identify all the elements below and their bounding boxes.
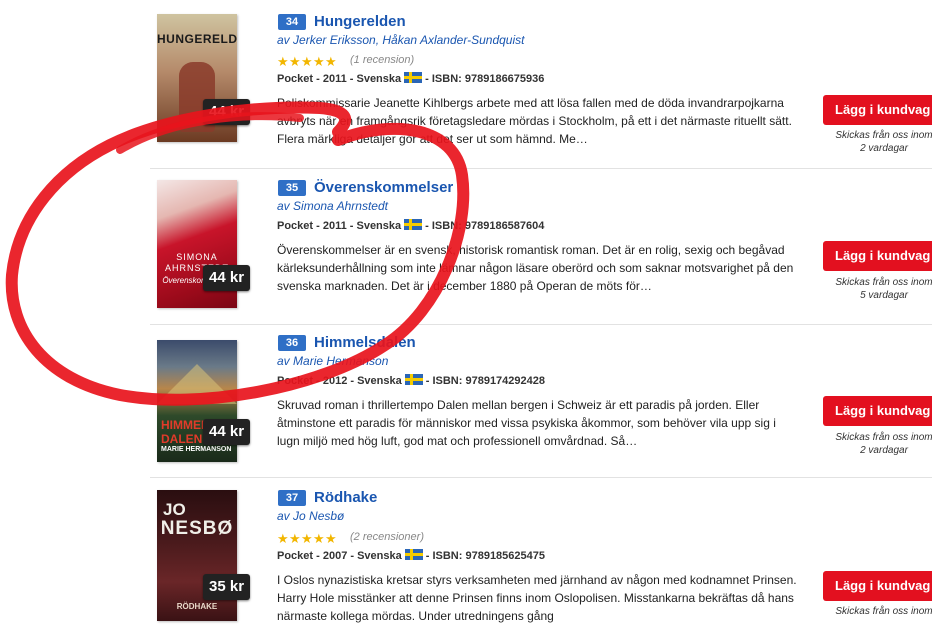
shipping-line-2: 2 vardagar (860, 445, 908, 456)
swedish-flag-icon (404, 374, 423, 385)
star-icon: ★ (301, 54, 313, 69)
author-link[interactable]: Simona Ahrnstedt (293, 199, 388, 213)
cover-author-first: JO (163, 500, 186, 519)
star-icon: ★ (325, 54, 337, 69)
rating-stars: ★★★★★ (277, 53, 337, 69)
cover-author: MARIE HERMANSON (161, 446, 232, 453)
shipping-line-2: 5 vardagar (860, 290, 908, 301)
author-prefix: av (277, 354, 290, 368)
product-meta: Pocket - 2011 - Svenska - ISBN: 978918667… (277, 72, 544, 85)
rank-badge: 37 (278, 490, 306, 506)
author-prefix: av (277, 509, 290, 523)
star-icon: ★ (313, 54, 325, 69)
shipping-line-1: Skickas från oss inom (835, 277, 932, 288)
author-line: av Simona Ahrnstedt (277, 199, 388, 213)
product-description: Skruvad roman i thrillertempo Dalen mell… (277, 398, 776, 448)
shipping-info: Skickas från oss inom (818, 605, 932, 618)
meta-isbn: - ISBN: 9789186675936 (425, 73, 545, 85)
separator (150, 477, 932, 478)
product-description: I Oslos nynazistiska kretsar styrs verks… (277, 573, 797, 623)
swedish-flag-icon (404, 549, 423, 560)
cover-title: RÖDHAKE (176, 602, 218, 611)
cover-mountain (157, 364, 237, 404)
author-link[interactable]: Jerker Eriksson, Håkan Axlander-Sundquis… (293, 33, 524, 47)
swedish-flag-icon (404, 219, 423, 230)
author-line: av Marie Hermanson (277, 354, 388, 368)
book-cover-rodhake[interactable]: JO NESBØ RÖDHAKE (157, 490, 237, 621)
star-icon: ★ (277, 54, 289, 69)
product-title[interactable]: Rödhake (314, 489, 377, 506)
add-to-cart-button[interactable]: Lägg i kundvag (823, 95, 932, 125)
product-meta: Pocket - 2012 - Svenska - ISBN: 978917429… (277, 374, 545, 387)
review-count-link[interactable]: (1 recension) (350, 54, 414, 66)
rank-badge: 34 (278, 14, 306, 30)
rank-badge: 36 (278, 335, 306, 351)
product-title[interactable]: Himmelsdalen (314, 334, 416, 351)
rating-stars: ★★★★★ (277, 530, 337, 546)
product-description: Överenskommelser är en svensk, historisk… (277, 243, 794, 293)
add-to-cart-button[interactable]: Lägg i kundvag (823, 241, 932, 271)
product-title[interactable]: Hungerelden (314, 13, 406, 30)
shipping-line-1: Skickas från oss inom (835, 432, 932, 443)
meta-format-year-language: Pocket - 2012 - Svenska (277, 375, 402, 387)
shipping-info: Skickas från oss inom 5 vardagar (818, 276, 932, 302)
meta-format-year-language: Pocket - 2011 - Svenska (277, 220, 402, 232)
rank-badge: 35 (278, 180, 306, 196)
price-badge: 44 kr (203, 265, 251, 291)
meta-format-year-language: Pocket - 2011 - Svenska (277, 73, 402, 85)
star-icon: ★ (301, 531, 313, 546)
author-prefix: av (277, 199, 290, 213)
shipping-line-2: 2 vardagar (860, 143, 908, 154)
swedish-flag-icon (404, 72, 423, 83)
star-icon: ★ (289, 54, 301, 69)
author-link[interactable]: Jo Nesbø (293, 509, 344, 523)
author-line: av Jerker Eriksson, Håkan Axlander-Sundq… (277, 33, 524, 47)
shipping-info: Skickas från oss inom 2 vardagar (818, 431, 932, 457)
star-icon: ★ (277, 531, 289, 546)
shipping-info: Skickas från oss inom 2 vardagar (818, 129, 932, 155)
product-description: Poliskommissarie Jeanette Kihlbergs arbe… (277, 96, 792, 146)
price-badge: 44 kr (203, 99, 251, 125)
review-count-link[interactable]: (2 recensioner) (350, 531, 424, 543)
cover-author: SIMONA (176, 252, 218, 262)
product-meta: Pocket - 2007 - Svenska - ISBN: 978918562… (277, 549, 545, 562)
star-icon: ★ (325, 531, 337, 546)
product-meta: Pocket - 2011 - Svenska - ISBN: 978918658… (277, 219, 544, 232)
meta-isbn: - ISBN: 9789185625475 (425, 550, 545, 562)
product-title[interactable]: Överenskommelser (314, 179, 453, 196)
author-line: av Jo Nesbø (277, 509, 344, 523)
cover-title: HUNGERELDEN (157, 32, 237, 46)
author-link[interactable]: Marie Hermanson (293, 354, 388, 368)
shipping-line-1: Skickas från oss inom (835, 130, 932, 141)
star-icon: ★ (313, 531, 325, 546)
meta-isbn: - ISBN: 9789186587604 (425, 220, 545, 232)
author-prefix: av (277, 33, 290, 47)
meta-format-year-language: Pocket - 2007 - Svenska (277, 550, 402, 562)
separator (150, 324, 932, 325)
add-to-cart-button[interactable]: Lägg i kundvag (823, 396, 932, 426)
price-badge: 44 kr (203, 419, 251, 445)
star-icon: ★ (289, 531, 301, 546)
price-badge: 35 kr (203, 574, 251, 600)
shipping-line-1: Skickas från oss inom (835, 606, 932, 617)
cover-author-last: NESBØ (160, 518, 234, 539)
add-to-cart-button[interactable]: Lägg i kundvag (823, 571, 932, 601)
separator (150, 168, 932, 169)
meta-isbn: - ISBN: 9789174292428 (425, 375, 545, 387)
